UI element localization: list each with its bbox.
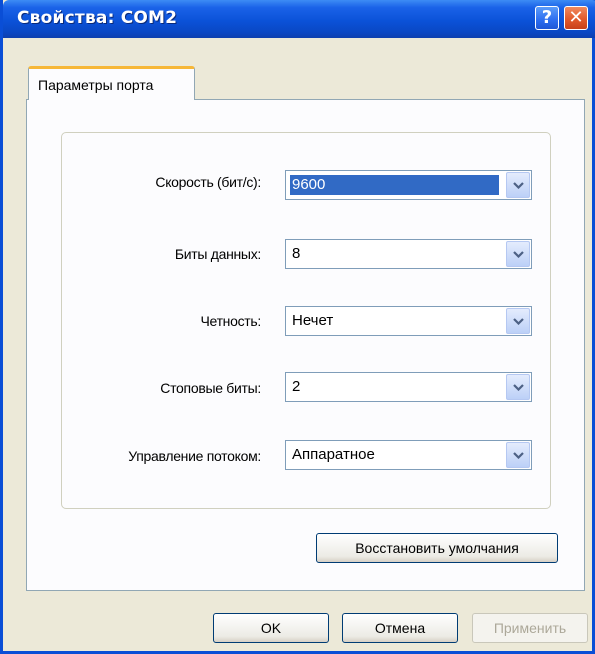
speed-select[interactable]: 9600 [285, 170, 532, 200]
apply-button[interactable]: Применить [472, 613, 588, 643]
chevron-down-icon[interactable] [506, 241, 530, 267]
chevron-down-icon[interactable] [506, 374, 530, 400]
speed-label: Скорость (бит/с): [155, 174, 261, 190]
tab-port-settings[interactable]: Параметры порта [28, 66, 195, 100]
stop-bits-value: 2 [292, 378, 301, 395]
speed-value: 9600 [290, 175, 499, 195]
ok-button[interactable]: OK [213, 613, 329, 643]
restore-defaults-button[interactable]: Восстановить умолчания [316, 533, 558, 563]
data-bits-label: Биты данных: [174, 246, 261, 262]
flow-control-select[interactable]: Аппаратное [285, 440, 532, 470]
chevron-down-icon[interactable] [506, 308, 530, 334]
title-bar[interactable]: Свойства: COM2 ? ✕ [3, 0, 595, 38]
parity-select[interactable]: Нечет [285, 306, 532, 336]
parity-label: Четность: [200, 313, 262, 329]
chevron-down-icon[interactable] [506, 172, 530, 198]
chevron-down-icon[interactable] [506, 442, 530, 468]
close-button[interactable]: ✕ [564, 6, 588, 30]
tab-label: Параметры порта [38, 77, 154, 93]
parity-value: Нечет [292, 312, 334, 329]
data-bits-value: 8 [292, 245, 301, 262]
flow-control-value: Аппаратное [292, 446, 375, 463]
properties-dialog: Свойства: COM2 ? ✕ Параметры порта Скоро… [0, 0, 595, 654]
stop-bits-label: Стоповые биты: [160, 380, 261, 396]
stop-bits-select[interactable]: 2 [285, 372, 532, 402]
window-title: Свойства: COM2 [17, 8, 178, 28]
cancel-button[interactable]: Отмена [342, 613, 458, 643]
help-button[interactable]: ? [535, 6, 559, 30]
flow-control-label: Управление потоком: [128, 448, 261, 464]
data-bits-select[interactable]: 8 [285, 239, 532, 269]
